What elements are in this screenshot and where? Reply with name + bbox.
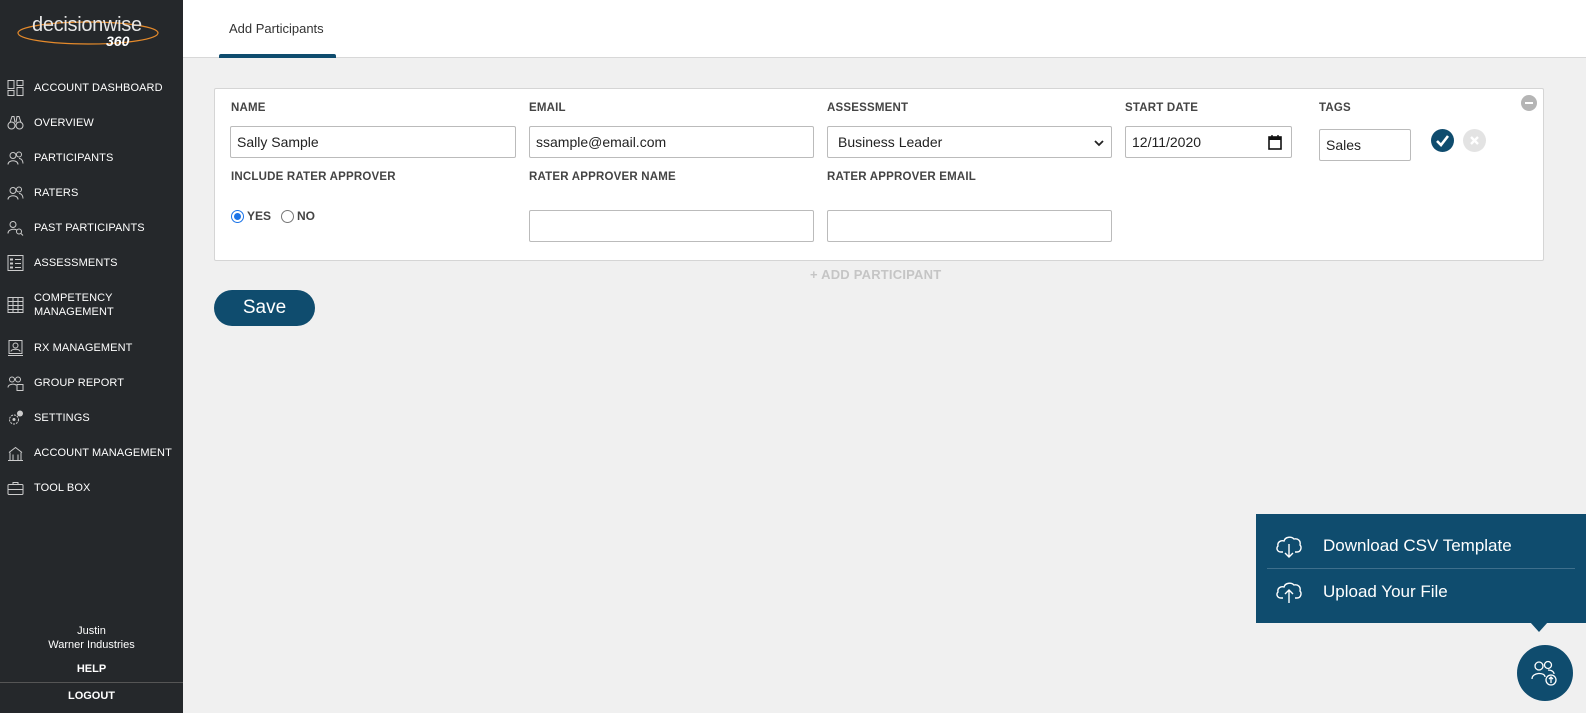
- remove-row-icon[interactable]: [1521, 95, 1537, 111]
- people-icon: [7, 149, 24, 166]
- radio-yes-label: YES: [247, 209, 272, 223]
- checklist-icon: [7, 254, 24, 271]
- chevron-down-icon: [1094, 140, 1104, 147]
- top-bar: Add Participants: [183, 0, 1586, 58]
- cancel-x-icon[interactable]: [1463, 129, 1486, 152]
- sidebar: decisionwise 360 ACCOUNT DASHBOARD OVERV…: [0, 0, 183, 713]
- people-search-icon: [7, 219, 24, 236]
- sidebar-item-account-management[interactable]: ACCOUNT MANAGEMENT: [0, 435, 183, 470]
- sidebar-item-label: ACCOUNT MANAGEMENT: [34, 446, 172, 459]
- radio-no[interactable]: [281, 209, 295, 223]
- sidebar-nav: ACCOUNT DASHBOARD OVERVIEW PARTICIPANTS …: [0, 70, 183, 505]
- dashboard-icon: [7, 79, 24, 96]
- rater-approver-email-field[interactable]: [827, 210, 1112, 242]
- rater-approver-radio-group: YES NO: [231, 209, 325, 223]
- sidebar-item-group-report[interactable]: GROUP REPORT: [0, 365, 183, 400]
- sidebar-item-label: PARTICIPANTS: [34, 151, 114, 164]
- grid-icon: [7, 297, 24, 314]
- sidebar-item-participants[interactable]: PARTICIPANTS: [0, 140, 183, 175]
- id-card-icon: [7, 339, 24, 356]
- tags-value: Sales: [1326, 137, 1362, 153]
- csv-popover: Download CSV Template Upload Your File: [1256, 514, 1586, 623]
- calendar-icon[interactable]: [1268, 135, 1282, 150]
- tags-label: TAGS: [1319, 102, 1351, 114]
- tab-add-participants[interactable]: Add Participants: [219, 0, 336, 58]
- sidebar-item-assessments[interactable]: ASSESSMENTS: [0, 245, 183, 280]
- name-field[interactable]: Sally Sample: [230, 126, 516, 158]
- start-date-field[interactable]: 12/11/2020: [1125, 126, 1292, 158]
- gear-icon: [7, 409, 24, 426]
- sidebar-item-rx-management[interactable]: RX MANAGEMENT: [0, 330, 183, 365]
- sidebar-item-competency-management[interactable]: COMPETENCY MANAGEMENT: [0, 280, 183, 330]
- download-csv-label: Download CSV Template: [1323, 535, 1512, 555]
- sidebar-item-settings[interactable]: SETTINGS: [0, 400, 183, 435]
- company-name: Warner Industries: [48, 639, 135, 651]
- active-tab-indicator: [219, 54, 336, 58]
- sidebar-item-label: OVERVIEW: [34, 116, 94, 129]
- sidebar-item-label: TOOL BOX: [34, 481, 91, 494]
- sidebar-item-past-participants[interactable]: PAST PARTICIPANTS: [0, 210, 183, 245]
- start-date-value: 12/11/2020: [1132, 134, 1202, 150]
- sidebar-item-label: ACCOUNT DASHBOARD: [34, 81, 163, 94]
- sidebar-item-label-line2: MANAGEMENT: [34, 306, 114, 318]
- radio-no-label: NO: [297, 209, 316, 223]
- sidebar-item-label: RX MANAGEMENT: [34, 341, 133, 354]
- radio-yes[interactable]: [231, 209, 244, 223]
- start-date-label: START DATE: [1125, 102, 1199, 114]
- binoculars-icon: [7, 114, 24, 131]
- email-value: ssample@email.com: [536, 134, 667, 150]
- assessment-label: ASSESSMENT: [827, 102, 909, 114]
- group-report-icon: [7, 374, 24, 391]
- participant-card: NAME EMAIL ASSESSMENT START DATE TAGS Sa…: [214, 88, 1544, 261]
- sidebar-item-label: SETTINGS: [34, 411, 90, 424]
- logout-button[interactable]: LOGOUT: [0, 682, 183, 713]
- cloud-download-icon: [1276, 536, 1302, 558]
- assessment-value: Business Leader: [838, 134, 943, 150]
- add-participant-button[interactable]: + ADD PARTICIPANT: [810, 267, 941, 282]
- participants-upload-fab[interactable]: [1517, 645, 1573, 701]
- save-button[interactable]: Save: [214, 290, 315, 326]
- sidebar-item-label: PAST PARTICIPANTS: [34, 221, 145, 234]
- rater-approver-email-label: RATER APPROVER EMAIL: [827, 171, 977, 183]
- sidebar-item-label: COMPETENCY: [34, 292, 113, 304]
- brand-logo[interactable]: decisionwise 360: [16, 12, 161, 52]
- upload-file-item[interactable]: Upload Your File: [1256, 569, 1586, 614]
- sidebar-item-overview[interactable]: OVERVIEW: [0, 105, 183, 140]
- sidebar-item-label: GROUP REPORT: [34, 376, 125, 389]
- download-csv-template-item[interactable]: Download CSV Template: [1256, 523, 1586, 568]
- tags-field[interactable]: Sales: [1319, 129, 1411, 161]
- confirm-check-icon[interactable]: [1431, 129, 1454, 152]
- popover-arrow: [1530, 622, 1548, 632]
- user-name: Justin: [77, 625, 106, 637]
- help-link[interactable]: HELP: [0, 663, 183, 675]
- email-label: EMAIL: [529, 102, 566, 114]
- brand-suffix: 360: [106, 33, 130, 49]
- rater-approver-name-field[interactable]: [529, 210, 814, 242]
- user-info: Justin Warner Industries: [0, 624, 183, 652]
- name-label: NAME: [231, 102, 266, 114]
- sidebar-item-label: RATERS: [34, 186, 79, 199]
- cloud-upload-icon: [1276, 582, 1302, 603]
- sidebar-item-raters[interactable]: RATERS: [0, 175, 183, 210]
- sidebar-item-tool-box[interactable]: TOOL BOX: [0, 470, 183, 505]
- tab-label: Add Participants: [229, 21, 324, 36]
- toolbox-icon: [7, 479, 24, 496]
- email-field[interactable]: ssample@email.com: [529, 126, 814, 158]
- people-icon: [7, 184, 24, 201]
- assessment-select[interactable]: Business Leader: [827, 126, 1112, 158]
- sidebar-item-label: ASSESSMENTS: [34, 256, 118, 269]
- sidebar-item-account-dashboard[interactable]: ACCOUNT DASHBOARD: [0, 70, 183, 105]
- rater-approver-name-label: RATER APPROVER NAME: [529, 171, 676, 183]
- building-icon: [7, 444, 24, 461]
- people-upload-icon: [1531, 660, 1557, 686]
- name-value: Sally Sample: [237, 134, 319, 150]
- include-rater-approver-label: INCLUDE RATER APPROVER: [231, 171, 396, 183]
- upload-file-label: Upload Your File: [1323, 581, 1448, 601]
